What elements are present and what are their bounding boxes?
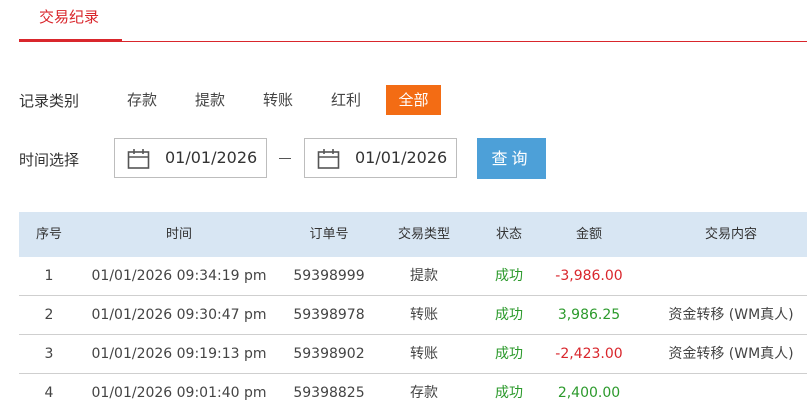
row-content: 资金转移 (WM真人) xyxy=(668,346,794,362)
category-bonus-button[interactable]: 红利 xyxy=(323,85,369,115)
row-order: 59398825 xyxy=(293,385,365,401)
row-no: 3 xyxy=(44,346,54,362)
row-order: 59398978 xyxy=(293,307,365,323)
row-content: 资金转移 (WM真人) xyxy=(668,307,794,323)
end-date-value: 01/01/2026 xyxy=(355,148,448,167)
row-status: 成功 xyxy=(495,307,523,323)
transaction-table: 序号 时间 订单号 交易类型 状态 金额 交易内容 1 01/01/2026 0… xyxy=(19,212,807,402)
col-header-time: 时间 xyxy=(165,227,193,242)
calendar-icon xyxy=(127,149,150,169)
col-header-type: 交易类型 xyxy=(397,227,451,242)
table-row: 4 01/01/2026 09:01:40 pm 59398825 存款 成功 … xyxy=(19,374,807,402)
date-range-separator xyxy=(279,158,291,159)
row-no: 1 xyxy=(44,268,54,284)
tab-transaction-records[interactable]: 交易纪录 xyxy=(19,0,122,42)
end-date-field[interactable]: 01/01/2026 xyxy=(304,138,457,178)
category-deposit-button[interactable]: 存款 xyxy=(119,85,165,115)
start-date-field[interactable]: 01/01/2026 xyxy=(114,138,267,178)
tab-bar: 交易纪录 xyxy=(19,0,807,42)
row-amount: -3,986.00 xyxy=(555,268,623,284)
table-header: 序号 时间 订单号 交易类型 状态 金额 交易内容 xyxy=(19,212,807,257)
row-time: 01/01/2026 09:34:19 pm xyxy=(91,268,267,284)
table-row: 1 01/01/2026 09:34:19 pm 59398999 提款 成功 … xyxy=(19,257,807,296)
row-status: 成功 xyxy=(495,346,523,362)
category-withdraw-button[interactable]: 提款 xyxy=(187,85,233,115)
row-time: 01/01/2026 09:30:47 pm xyxy=(91,307,267,323)
category-all-button[interactable]: 全部 xyxy=(386,85,441,115)
row-status: 成功 xyxy=(495,385,523,401)
table-row: 2 01/01/2026 09:30:47 pm 59398978 转账 成功 … xyxy=(19,296,807,335)
record-category-label: 记录类别 xyxy=(19,92,80,110)
row-time: 01/01/2026 09:19:13 pm xyxy=(91,346,267,362)
col-header-order: 订单号 xyxy=(309,227,349,242)
table-row: 3 01/01/2026 09:19:13 pm 59398902 转账 成功 … xyxy=(19,335,807,374)
category-transfer-button[interactable]: 转账 xyxy=(255,85,301,115)
time-select-label: 时间选择 xyxy=(19,151,80,169)
col-header-amount: 金额 xyxy=(575,227,603,242)
calendar-icon xyxy=(317,149,340,169)
row-amount: 2,400.00 xyxy=(557,385,621,401)
col-header-content: 交易内容 xyxy=(704,227,758,242)
row-type: 存款 xyxy=(410,385,438,401)
row-no: 4 xyxy=(44,385,54,401)
col-header-status: 状态 xyxy=(495,227,523,242)
row-order: 59398999 xyxy=(293,268,365,284)
query-button[interactable]: 查询 xyxy=(477,138,546,179)
row-type: 转账 xyxy=(410,346,438,362)
col-header-no: 序号 xyxy=(35,227,63,242)
row-no: 2 xyxy=(44,307,54,323)
row-amount: -2,423.00 xyxy=(555,346,623,362)
row-order: 59398902 xyxy=(293,346,365,362)
row-type: 提款 xyxy=(410,268,438,284)
row-status: 成功 xyxy=(495,268,523,284)
row-type: 转账 xyxy=(410,307,438,323)
start-date-value: 01/01/2026 xyxy=(165,148,258,167)
row-time: 01/01/2026 09:01:40 pm xyxy=(91,385,267,401)
row-amount: 3,986.25 xyxy=(557,307,621,323)
